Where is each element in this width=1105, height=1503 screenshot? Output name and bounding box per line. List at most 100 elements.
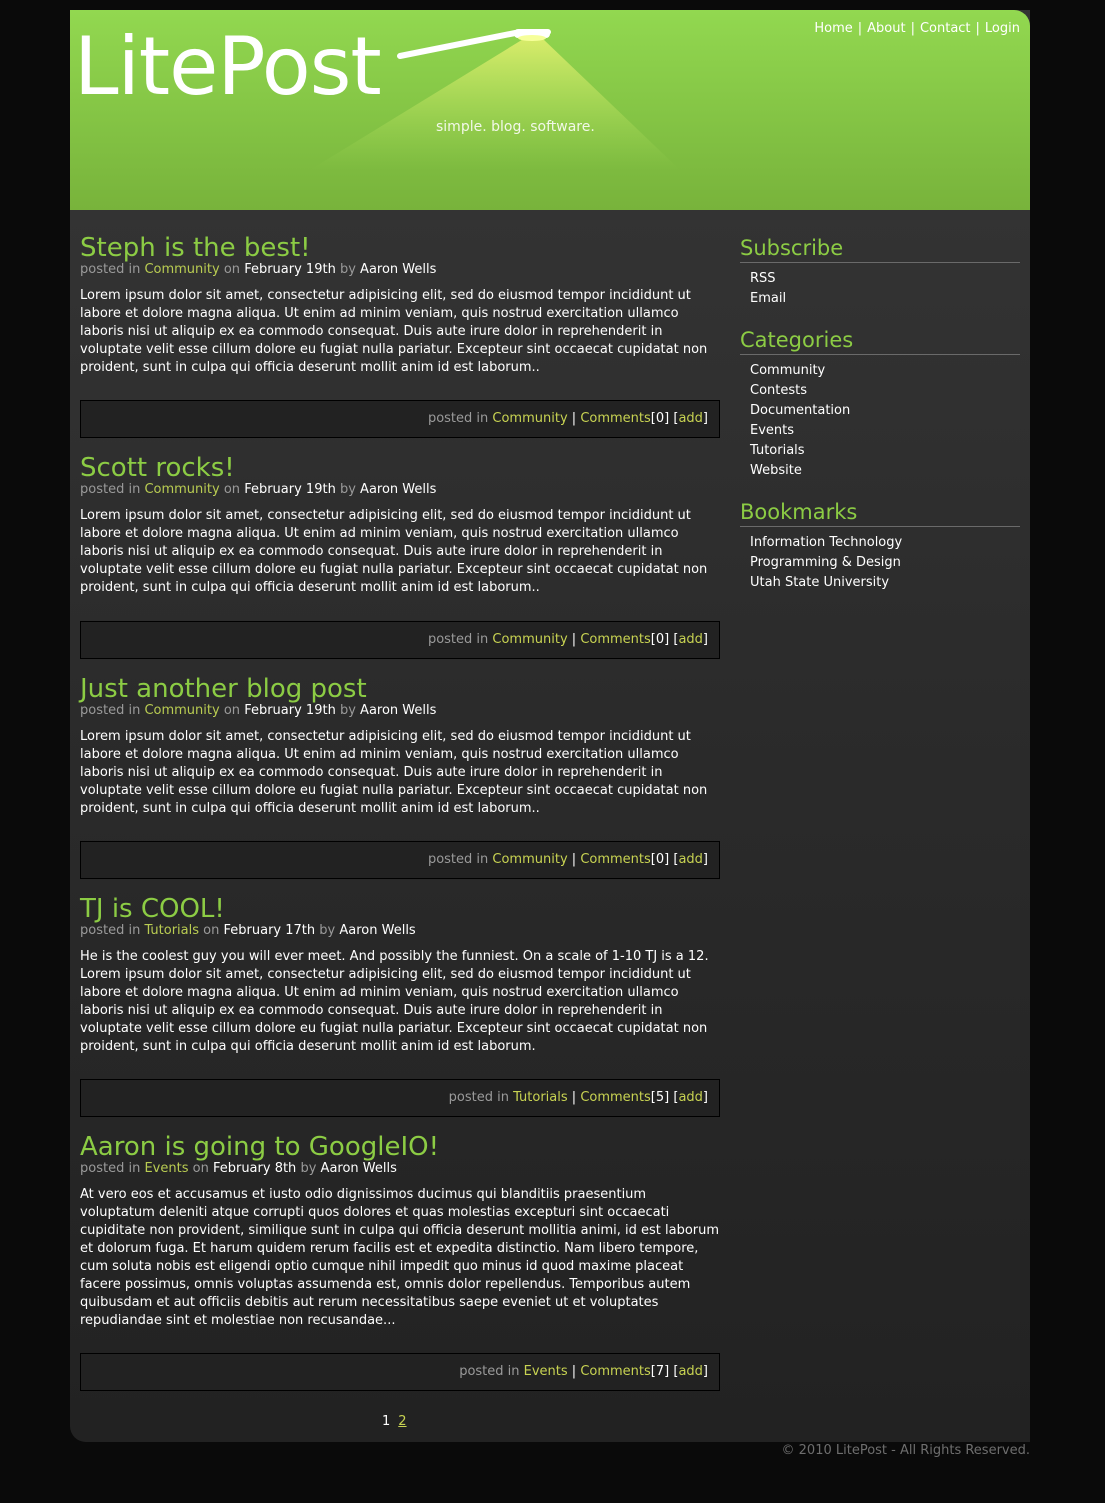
meta-by: by bbox=[339, 262, 356, 277]
category-link-website[interactable]: Website bbox=[750, 461, 1020, 481]
nav-contact-link[interactable]: Contact bbox=[920, 21, 971, 36]
nav-about-link[interactable]: About bbox=[867, 21, 905, 36]
post-author: Aaron Wells bbox=[360, 482, 437, 497]
top-navigation: Home | About | Contact | Login bbox=[814, 21, 1020, 36]
meta-on: on bbox=[192, 1161, 209, 1176]
post-category-link[interactable]: Events bbox=[144, 1161, 188, 1176]
page-current: 1 bbox=[382, 1414, 391, 1429]
add-comment-link[interactable]: add bbox=[678, 411, 702, 426]
categories-list: Community Contests Documentation Events … bbox=[750, 361, 1020, 481]
post-category-link[interactable]: Tutorials bbox=[144, 923, 199, 938]
nav-login-link[interactable]: Login bbox=[985, 21, 1020, 36]
footer-category-link[interactable]: Community bbox=[492, 632, 567, 647]
nav-separator: | bbox=[910, 21, 915, 36]
sidebar: Subscribe RSS Email Categories Community… bbox=[740, 234, 1020, 610]
comment-count: [0] bbox=[650, 852, 670, 867]
post-author: Aaron Wells bbox=[339, 923, 416, 938]
post-author: Aaron Wells bbox=[360, 703, 437, 718]
bookmark-link-it[interactable]: Information Technology bbox=[750, 533, 1020, 553]
add-comment-link[interactable]: add bbox=[678, 632, 702, 647]
meta-prefix: posted in bbox=[80, 923, 141, 938]
subscribe-email-link[interactable]: Email bbox=[750, 289, 1020, 309]
post-meta: posted in Community on February 19th by … bbox=[80, 262, 720, 277]
post-title[interactable]: Just another blog post bbox=[80, 673, 720, 705]
footer-category-link[interactable]: Community bbox=[492, 411, 567, 426]
post-body: Lorem ipsum dolor sit amet, consectetur … bbox=[80, 729, 708, 816]
add-bracket-close: ] bbox=[702, 1364, 708, 1379]
post-title[interactable]: Scott rocks! bbox=[80, 452, 720, 484]
meta-on: on bbox=[223, 482, 241, 497]
comments-link[interactable]: Comments bbox=[580, 852, 650, 867]
post-date: February 17th bbox=[223, 923, 316, 938]
site-tagline: simple. blog. software. bbox=[436, 119, 595, 135]
meta-by: by bbox=[300, 1161, 317, 1176]
bookmark-link-programming[interactable]: Programming & Design bbox=[750, 553, 1020, 573]
comments-link[interactable]: Comments bbox=[580, 1090, 650, 1105]
pagination: 12 bbox=[382, 1414, 407, 1429]
meta-on: on bbox=[223, 262, 241, 277]
post-body: Lorem ipsum dolor sit amet, consectetur … bbox=[80, 508, 708, 595]
comments-link[interactable]: Comments bbox=[580, 411, 650, 426]
footer-category-link[interactable]: Events bbox=[524, 1364, 568, 1379]
blog-post: Scott rocks! posted in Community on Febr… bbox=[80, 452, 720, 597]
subscribe-section: Subscribe RSS Email bbox=[740, 234, 1020, 309]
category-link-documentation[interactable]: Documentation bbox=[750, 401, 1020, 421]
footer-category-link[interactable]: Tutorials bbox=[513, 1090, 568, 1105]
meta-on: on bbox=[223, 703, 241, 718]
post-author: Aaron Wells bbox=[320, 1161, 397, 1176]
post-date: February 8th bbox=[212, 1161, 297, 1176]
meta-prefix: posted in bbox=[80, 262, 141, 277]
subscribe-rss-link[interactable]: RSS bbox=[750, 269, 1020, 289]
category-link-contests[interactable]: Contests bbox=[750, 381, 1020, 401]
comments-link[interactable]: Comments bbox=[580, 1364, 650, 1379]
post-category-link[interactable]: Community bbox=[144, 482, 219, 497]
meta-prefix: posted in bbox=[80, 482, 141, 497]
add-bracket-close: ] bbox=[702, 632, 708, 647]
post-date: February 19th bbox=[244, 262, 336, 277]
add-bracket-close: ] bbox=[702, 411, 708, 426]
site-logo[interactable]: LitePost bbox=[74, 22, 382, 112]
add-comment-link[interactable]: add bbox=[678, 1364, 702, 1379]
category-link-events[interactable]: Events bbox=[750, 421, 1020, 441]
post-body: He is the coolest guy you will ever meet… bbox=[80, 949, 709, 1054]
post-meta: posted in Tutorials on February 17th by … bbox=[80, 923, 720, 938]
meta-prefix: posted in bbox=[80, 703, 141, 718]
meta-prefix: posted in bbox=[80, 1161, 141, 1176]
add-comment-link[interactable]: add bbox=[678, 1090, 702, 1105]
bookmark-link-usu[interactable]: Utah State University bbox=[750, 573, 1020, 593]
subscribe-list: RSS Email bbox=[750, 269, 1020, 309]
comment-count: [0] bbox=[650, 411, 670, 426]
add-comment-link[interactable]: add bbox=[678, 852, 702, 867]
meta-by: by bbox=[339, 482, 356, 497]
comment-count: [7] bbox=[650, 1364, 670, 1379]
post-meta: posted in Community on February 19th by … bbox=[80, 482, 720, 497]
blog-post: Steph is the best! posted in Community o… bbox=[80, 232, 720, 377]
bookmarks-list: Information Technology Programming & Des… bbox=[750, 533, 1020, 593]
page-2-link[interactable]: 2 bbox=[398, 1414, 406, 1429]
footer-prefix: posted in bbox=[427, 852, 489, 867]
category-link-tutorials[interactable]: Tutorials bbox=[750, 441, 1020, 461]
post-title[interactable]: Steph is the best! bbox=[80, 232, 720, 264]
footer-separator: | bbox=[571, 411, 577, 426]
footer-separator: | bbox=[571, 1090, 577, 1105]
post-title[interactable]: Aaron is going to GoogleIO! bbox=[80, 1131, 720, 1163]
footer-separator: | bbox=[571, 852, 577, 867]
footer-separator: | bbox=[571, 1364, 577, 1379]
footer-category-link[interactable]: Community bbox=[492, 852, 567, 867]
nav-separator: | bbox=[857, 21, 863, 36]
post-category-link[interactable]: Community bbox=[144, 703, 219, 718]
add-bracket-close: ] bbox=[702, 852, 708, 867]
post-meta: posted in Community on February 19th by … bbox=[80, 703, 720, 718]
post-footer: posted in Community | Comments[0] [add] bbox=[80, 841, 720, 879]
blog-post: TJ is COOL! posted in Tutorials on Febru… bbox=[80, 893, 720, 1056]
category-link-community[interactable]: Community bbox=[750, 361, 1020, 381]
post-title[interactable]: TJ is COOL! bbox=[80, 893, 720, 925]
post-date: February 19th bbox=[244, 703, 336, 718]
nav-home-link[interactable]: Home bbox=[814, 21, 852, 36]
site-header: LitePost simple. blog. software. Home | Ab… bbox=[70, 10, 1030, 210]
blog-post: Aaron is going to GoogleIO! posted in Ev… bbox=[80, 1131, 720, 1330]
bookmarks-heading: Bookmarks bbox=[740, 498, 1020, 527]
comments-link[interactable]: Comments bbox=[580, 632, 650, 647]
post-footer: posted in Community | Comments[0] [add] bbox=[80, 400, 720, 438]
post-category-link[interactable]: Community bbox=[144, 262, 219, 277]
